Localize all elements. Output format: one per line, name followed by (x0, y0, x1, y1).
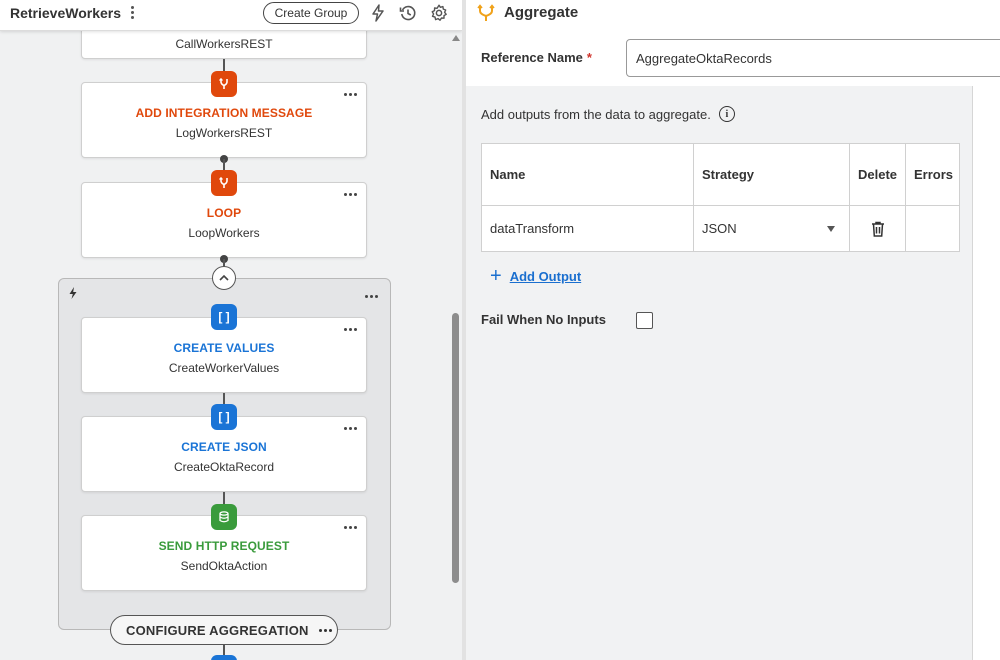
properties-panel: Aggregate Reference Name* Add outputs fr… (466, 0, 1000, 660)
group-lightning-icon (67, 286, 79, 300)
workflow-title: RetrieveWorkers (10, 5, 122, 21)
panel-title: Aggregate (504, 4, 579, 21)
delete-cell (849, 205, 906, 252)
outputs-table: Name Strategy Delete Errors dataTransfor… (481, 143, 960, 252)
array-icon: [ ] (211, 304, 237, 330)
step-name: CallWorkersREST (175, 37, 273, 51)
workflow-canvas[interactable]: CallWorkersREST ADD INTEGRATION MESSAGE … (0, 11, 450, 660)
lightning-icon[interactable] (368, 3, 388, 23)
fail-when-no-inputs-checkbox[interactable] (636, 312, 653, 329)
add-output-button[interactable]: + Add Output (490, 265, 582, 287)
history-icon[interactable] (398, 3, 418, 23)
step-type: CREATE VALUES (173, 341, 275, 355)
output-name-cell[interactable]: dataTransform (481, 205, 694, 252)
step-name: SendOktaAction (180, 559, 268, 573)
step-type: SEND HTTP REQUEST (158, 539, 290, 553)
trash-icon[interactable] (870, 220, 886, 238)
step-type: CREATE JSON (181, 440, 267, 454)
collapse-group-button[interactable] (212, 266, 236, 290)
plus-icon: + (490, 265, 502, 287)
branch-icon (211, 71, 237, 97)
settings-gear-icon[interactable] (429, 3, 449, 23)
table-header-row: Name Strategy Delete Errors (481, 143, 960, 206)
info-icon[interactable]: i (718, 106, 735, 122)
configure-aggregation-label: CONFIGURE AGGREGATION (126, 622, 309, 638)
step-name: CreateWorkerValues (168, 361, 280, 375)
panel-side-gutter (973, 86, 1000, 660)
column-header-strategy: Strategy (693, 143, 850, 206)
scroll-up-arrow-icon[interactable] (452, 35, 460, 41)
step-name: CreateOktaRecord (173, 460, 275, 474)
column-header-delete: Delete (849, 143, 906, 206)
step-type: ADD INTEGRATION MESSAGE (135, 106, 313, 120)
step-menu-icon[interactable] (342, 189, 358, 199)
reference-name-input[interactable] (626, 39, 1000, 77)
step-menu-icon[interactable] (342, 89, 358, 99)
create-group-button[interactable]: Create Group (263, 2, 359, 24)
loop-icon (211, 170, 237, 196)
group-menu-icon[interactable] (362, 292, 380, 300)
column-header-name: Name (481, 143, 694, 206)
errors-cell (905, 205, 960, 252)
column-header-errors: Errors (905, 143, 960, 206)
panel-header: Aggregate (466, 0, 1000, 28)
strategy-select[interactable]: JSON (693, 205, 850, 252)
next-step-icon (211, 655, 237, 660)
strategy-value: JSON (702, 221, 737, 236)
step-type: LOOP (206, 206, 242, 220)
workflow-kebab-icon[interactable] (126, 4, 138, 24)
step-menu-icon[interactable] (342, 423, 358, 433)
required-marker: * (586, 50, 592, 65)
panel-body: Add outputs from the data to aggregate. … (466, 86, 1000, 660)
step-name: LoopWorkers (188, 226, 260, 240)
fail-when-no-inputs-label: Fail When No Inputs (481, 312, 606, 327)
reference-name-text: Reference Name (481, 50, 583, 65)
configure-aggregation-button[interactable]: CONFIGURE AGGREGATION (110, 615, 338, 645)
help-text: Add outputs from the data to aggregate. (481, 106, 711, 122)
workflow-toolbar: RetrieveWorkers Create Group (0, 0, 462, 31)
aggregate-icon (476, 3, 496, 23)
dropdown-caret-icon[interactable] (827, 226, 835, 232)
scrollbar-thumb[interactable] (452, 313, 459, 583)
reference-name-label: Reference Name * (481, 50, 592, 65)
step-menu-icon[interactable] (342, 324, 358, 334)
add-output-label: Add Output (509, 268, 582, 284)
database-icon (211, 504, 237, 530)
configure-menu-icon[interactable] (318, 616, 332, 644)
array-icon: [ ] (211, 404, 237, 430)
app-root: RetrieveWorkers Create Group CallWorkers… (0, 0, 1000, 660)
workflow-pane: RetrieveWorkers Create Group CallWorkers… (0, 0, 462, 660)
table-row: dataTransform JSON (481, 205, 960, 252)
step-menu-icon[interactable] (342, 522, 358, 532)
step-name: LogWorkersREST (175, 126, 273, 140)
help-text-row: Add outputs from the data to aggregate. … (481, 106, 735, 122)
